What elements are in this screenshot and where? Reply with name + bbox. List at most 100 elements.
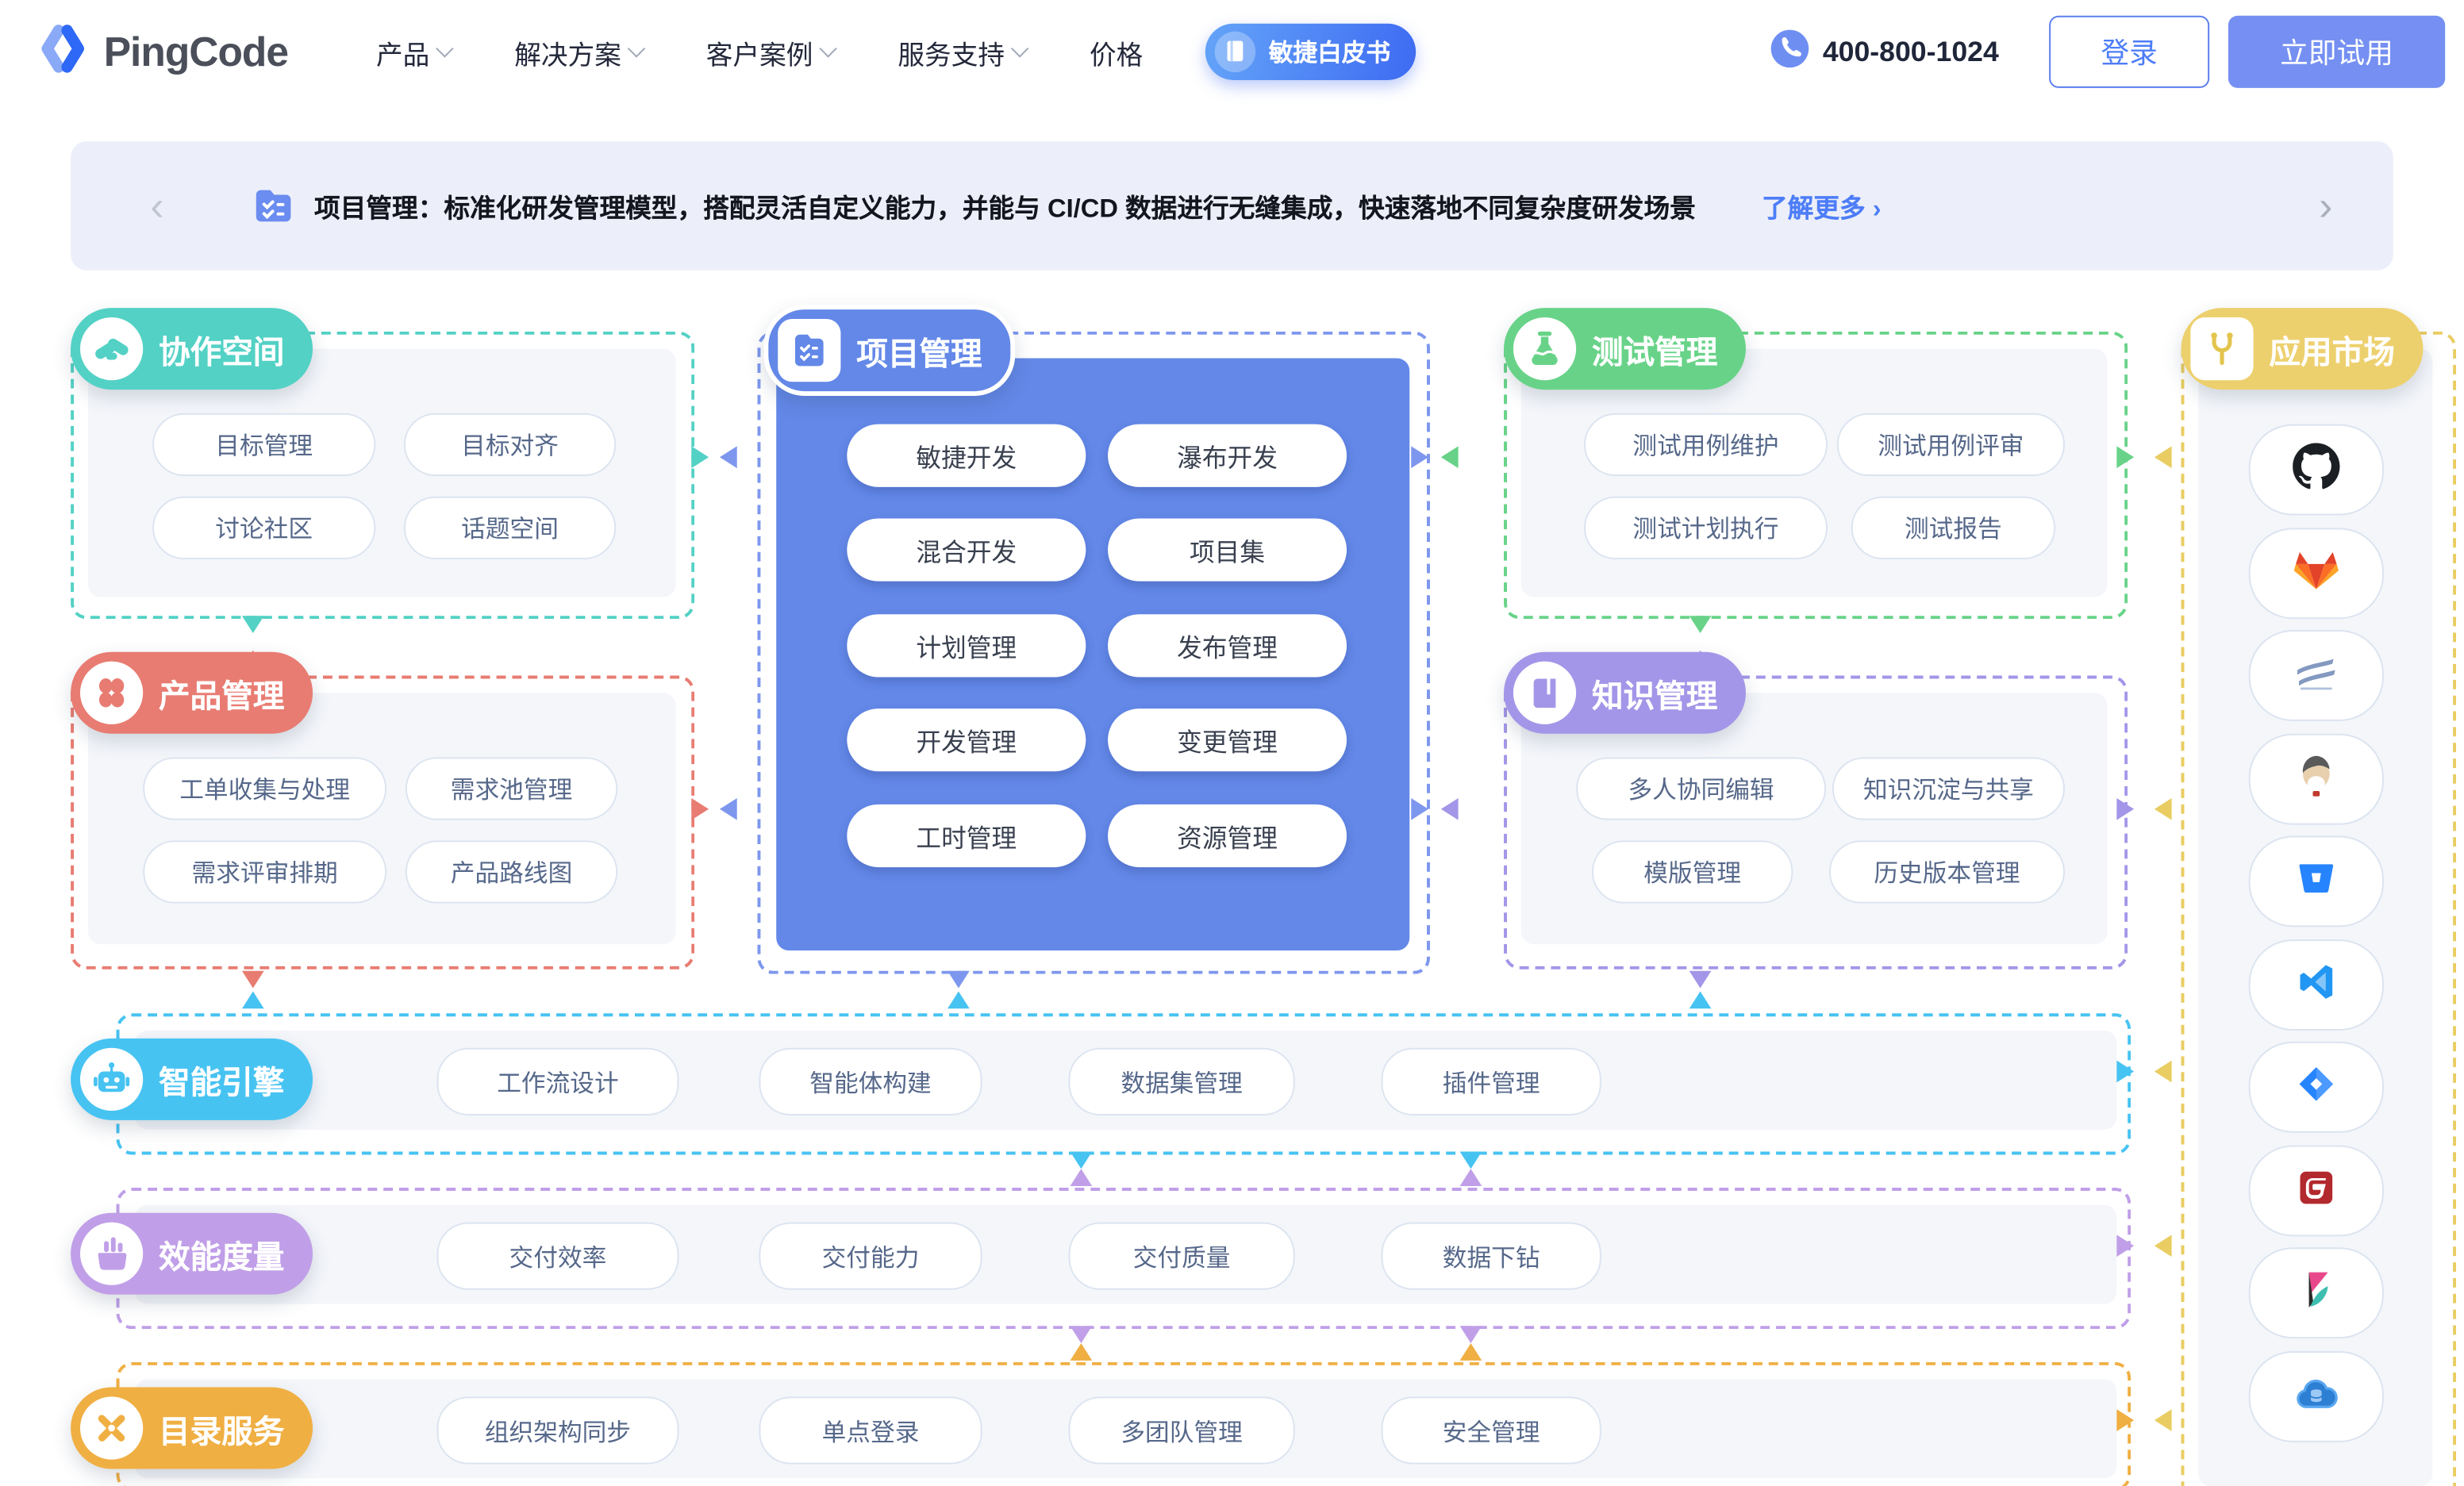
app-bitbucket[interactable] [2249, 835, 2384, 927]
feature-version-history[interactable]: 历史版本管理 [1829, 840, 2065, 903]
feature-security-management[interactable]: 安全管理 [1382, 1396, 1601, 1464]
robot-icon [80, 1048, 143, 1111]
feature-dataset-management[interactable]: 数据集管理 [1069, 1048, 1295, 1115]
phone-icon [1769, 28, 1809, 76]
feature-topic-space[interactable]: 话题空间 [404, 497, 616, 559]
feature-collab-editing[interactable]: 多人协同编辑 [1576, 757, 1826, 820]
feature-agent-builder[interactable]: 智能体构建 [759, 1048, 982, 1115]
app-jira[interactable] [2249, 1042, 2384, 1133]
feature-resource-management[interactable]: 资源管理 [1108, 804, 1347, 867]
nav-customers[interactable]: 客户案例 [706, 33, 835, 72]
knowledge-section-label: 知识管理 [1504, 652, 1746, 734]
feature-knowledge-sharing[interactable]: 知识沉淀与共享 [1832, 757, 2065, 820]
feature-backlog-management[interactable]: 需求池管理 [406, 757, 617, 820]
flower-icon [80, 662, 143, 724]
login-button[interactable]: 登录 [2049, 16, 2209, 88]
app-cloud-database[interactable] [2249, 1351, 2384, 1442]
arrow-test-to-knowledge [1689, 616, 1712, 633]
feature-sso[interactable]: 单点登录 [759, 1396, 982, 1464]
book-icon [1513, 662, 1576, 724]
feature-org-sync[interactable]: 组织架构同步 [436, 1396, 678, 1464]
arrow-metrics-to-market [2116, 1234, 2134, 1257]
feature-hybrid-dev[interactable]: 混合开发 [847, 518, 1086, 581]
app-kibana[interactable] [2249, 1247, 2384, 1338]
nav-solutions[interactable]: 解决方案 [514, 33, 643, 72]
top-navbar: PingCode 产品 解决方案 客户案例 服务支持 价格 敏捷白皮书 [0, 0, 2464, 104]
logo-wordmark: PingCode [104, 28, 288, 76]
chevron-down-icon [436, 40, 454, 57]
main-nav: 产品 解决方案 客户案例 服务支持 价格 敏捷白皮书 [376, 24, 1416, 80]
pingcode-logo[interactable]: PingCode [35, 20, 288, 84]
arrow-metrics-to-directory [1071, 1326, 1093, 1343]
arrow-ai-to-market [2116, 1061, 2134, 1083]
free-trial-button[interactable]: 立即试用 [2228, 16, 2445, 88]
banner-prev-arrow[interactable]: ‹ [133, 186, 180, 226]
arrow-test-to-market [2116, 446, 2134, 468]
feature-test-report[interactable]: 测试报告 [1851, 497, 2055, 559]
feature-product-roadmap[interactable]: 产品路线图 [406, 840, 617, 903]
nav-support[interactable]: 服务支持 [898, 33, 1026, 72]
feature-multi-team[interactable]: 多团队管理 [1069, 1396, 1295, 1464]
metrics-section-label: 效能度量 [71, 1213, 313, 1295]
chevron-down-icon [820, 40, 837, 57]
market-section-label: 应用市场 [2181, 308, 2424, 390]
feature-goal-management[interactable]: 目标管理 [152, 413, 375, 476]
feature-release-management[interactable]: 发布管理 [1108, 614, 1347, 677]
app-gitee[interactable] [2249, 1146, 2384, 1237]
cloud-database-icon [2293, 1369, 2339, 1424]
chevron-down-icon [1012, 40, 1029, 57]
app-jenkins[interactable] [2249, 734, 2384, 825]
arrow-project-to-product [720, 798, 737, 820]
feature-plan-management[interactable]: 计划管理 [847, 614, 1086, 677]
feature-ticket-collection[interactable]: 工单收集与处理 [143, 757, 386, 820]
feature-requirement-review[interactable]: 需求评审排期 [143, 840, 386, 903]
feature-delivery-quality[interactable]: 交付质量 [1069, 1223, 1295, 1290]
chevron-down-icon [628, 40, 645, 57]
arrow-ai-to-knowledge [1689, 992, 1712, 1009]
app-github[interactable] [2249, 424, 2384, 516]
nav-pricing[interactable]: 价格 [1090, 33, 1143, 72]
feature-timesheet-management[interactable]: 工时管理 [847, 804, 1086, 867]
feature-workflow-design[interactable]: 工作流设计 [436, 1048, 678, 1115]
arrow-knowledge-to-market [2116, 798, 2134, 820]
feature-testplan-execute[interactable]: 测试计划执行 [1584, 497, 1828, 559]
bar-chart-icon [80, 1223, 143, 1285]
arrow-market-to-metrics [2155, 1234, 2172, 1257]
feature-delivery-capability[interactable]: 交付能力 [759, 1223, 982, 1290]
banner-next-arrow[interactable]: › [2302, 186, 2349, 226]
phone-contact[interactable]: 400-800-1024 [1769, 28, 1998, 76]
test-section-label: 测试管理 [1504, 308, 1746, 390]
feature-testcase-review[interactable]: 测试用例评审 [1837, 413, 2065, 476]
kibana-icon [2294, 1267, 2338, 1319]
app-vscode[interactable] [2249, 939, 2384, 1031]
app-gitlab[interactable] [2249, 528, 2384, 619]
feature-data-drilldown[interactable]: 数据下钻 [1382, 1223, 1601, 1290]
feature-agile-dev[interactable]: 敏捷开发 [847, 424, 1086, 487]
feature-goal-alignment[interactable]: 目标对齐 [404, 413, 616, 476]
feature-template-management[interactable]: 模版管理 [1592, 840, 1793, 903]
app-subversion[interactable] [2249, 630, 2384, 721]
github-icon [2293, 442, 2339, 497]
header-actions: 400-800-1024 登录 立即试用 [1769, 16, 2445, 88]
project-section-label: 项目管理 [763, 305, 1015, 396]
feature-program[interactable]: 项目集 [1108, 518, 1347, 581]
nav-products[interactable]: 产品 [376, 33, 452, 72]
project-management-icon [252, 184, 295, 228]
feature-change-management[interactable]: 变更管理 [1108, 708, 1347, 771]
gitee-icon [2294, 1165, 2338, 1216]
feature-discussion-community[interactable]: 讨论社区 [152, 497, 375, 559]
jenkins-icon [2293, 752, 2339, 807]
directory-section-label: 目录服务 [71, 1388, 313, 1469]
arrow-market-to-knowledge [2155, 798, 2172, 820]
pingcode-logo-icon [35, 20, 91, 84]
learn-more-link[interactable]: 了解更多 › [1762, 187, 1882, 225]
agile-whitepaper-button[interactable]: 敏捷白皮书 [1205, 24, 1415, 80]
arrow-market-to-test [2155, 446, 2172, 468]
feature-dev-management[interactable]: 开发管理 [847, 708, 1086, 771]
arrow-metrics-to-ai [1071, 1169, 1093, 1186]
arrow-project-to-knowledge [1411, 798, 1428, 820]
feature-waterfall-dev[interactable]: 瀑布开发 [1108, 424, 1347, 487]
feature-delivery-efficiency[interactable]: 交付效率 [436, 1223, 678, 1290]
feature-plugin-management[interactable]: 插件管理 [1382, 1048, 1601, 1115]
feature-testcase-maintain[interactable]: 测试用例维护 [1584, 413, 1828, 476]
